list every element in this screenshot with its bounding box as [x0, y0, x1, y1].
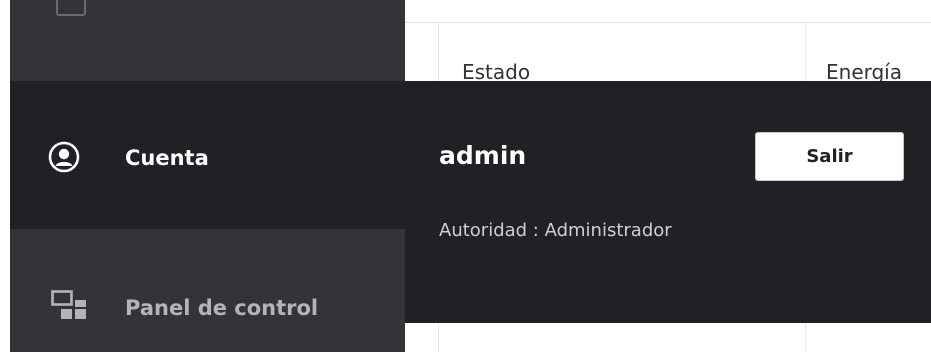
sidebar-item-icon-partial	[56, 0, 86, 16]
table-edge	[438, 322, 439, 352]
authority-label: Autoridad : Administrador	[439, 220, 672, 241]
user-circle-icon	[48, 141, 80, 173]
logout-button[interactable]: Salir	[755, 132, 904, 181]
dashboard-icon[interactable]	[51, 290, 87, 324]
sidebar-item-label: Cuenta	[125, 146, 209, 170]
username: admin	[439, 141, 527, 170]
account-popover	[405, 81, 931, 323]
sidebar-item-dashboard[interactable]: Panel de control	[125, 296, 318, 320]
